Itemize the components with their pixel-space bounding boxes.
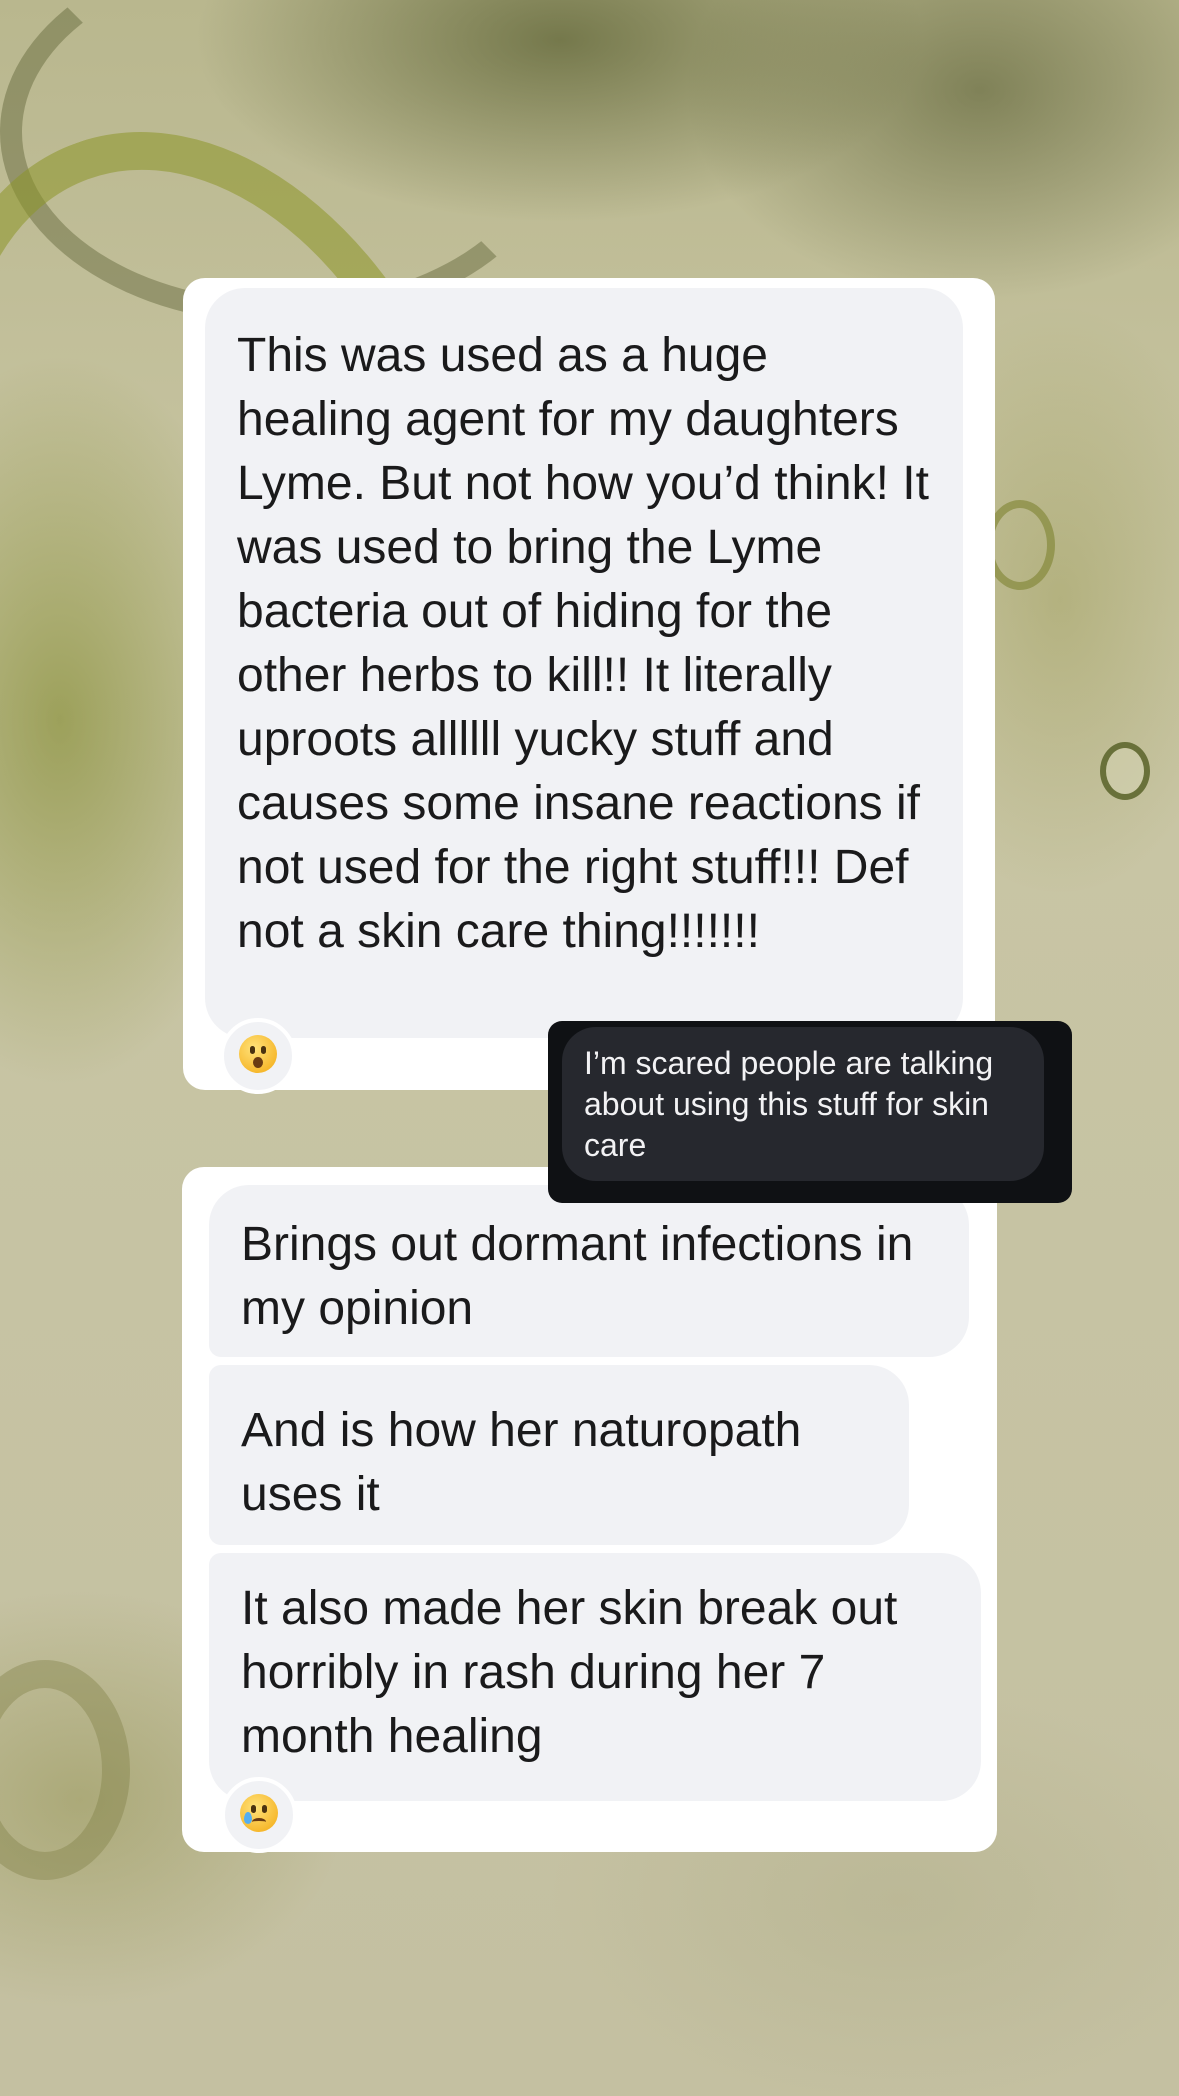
caption-text: I’m scared people are talking about usin…: [584, 1045, 994, 1163]
reaction-badge[interactable]: [220, 1018, 296, 1094]
message-bubble[interactable]: It also made her skin break out horribly…: [209, 1553, 981, 1801]
crying-face-emoji-icon: [240, 1794, 278, 1833]
oil-ring-decoration: [0, 1660, 130, 1880]
message-bubble[interactable]: And is how her naturopath uses it: [209, 1365, 909, 1545]
reaction-badge[interactable]: [221, 1777, 297, 1853]
hushed-face-emoji-icon: [239, 1035, 277, 1074]
oil-droplet-decoration: [985, 500, 1055, 590]
caption-overlay: I’m scared people are talking about usin…: [548, 1021, 1072, 1203]
message-text: It also made her skin break out horribly…: [241, 1582, 898, 1763]
caption-bubble: I’m scared people are talking about usin…: [562, 1027, 1044, 1181]
message-text: Brings out dormant infections in my opin…: [241, 1218, 914, 1335]
message-screenshot-1: This was used as a huge healing agent fo…: [183, 278, 995, 1094]
message-bubble[interactable]: Brings out dormant infections in my opin…: [209, 1185, 969, 1357]
message-text: This was used as a huge healing agent fo…: [237, 329, 929, 958]
oil-bubble-decoration: [1100, 742, 1150, 800]
message-text: And is how her naturopath uses it: [241, 1404, 802, 1521]
message-screenshot-2: Brings out dormant infections in my opin…: [182, 1167, 997, 1853]
message-bubble[interactable]: This was used as a huge healing agent fo…: [205, 288, 963, 1038]
